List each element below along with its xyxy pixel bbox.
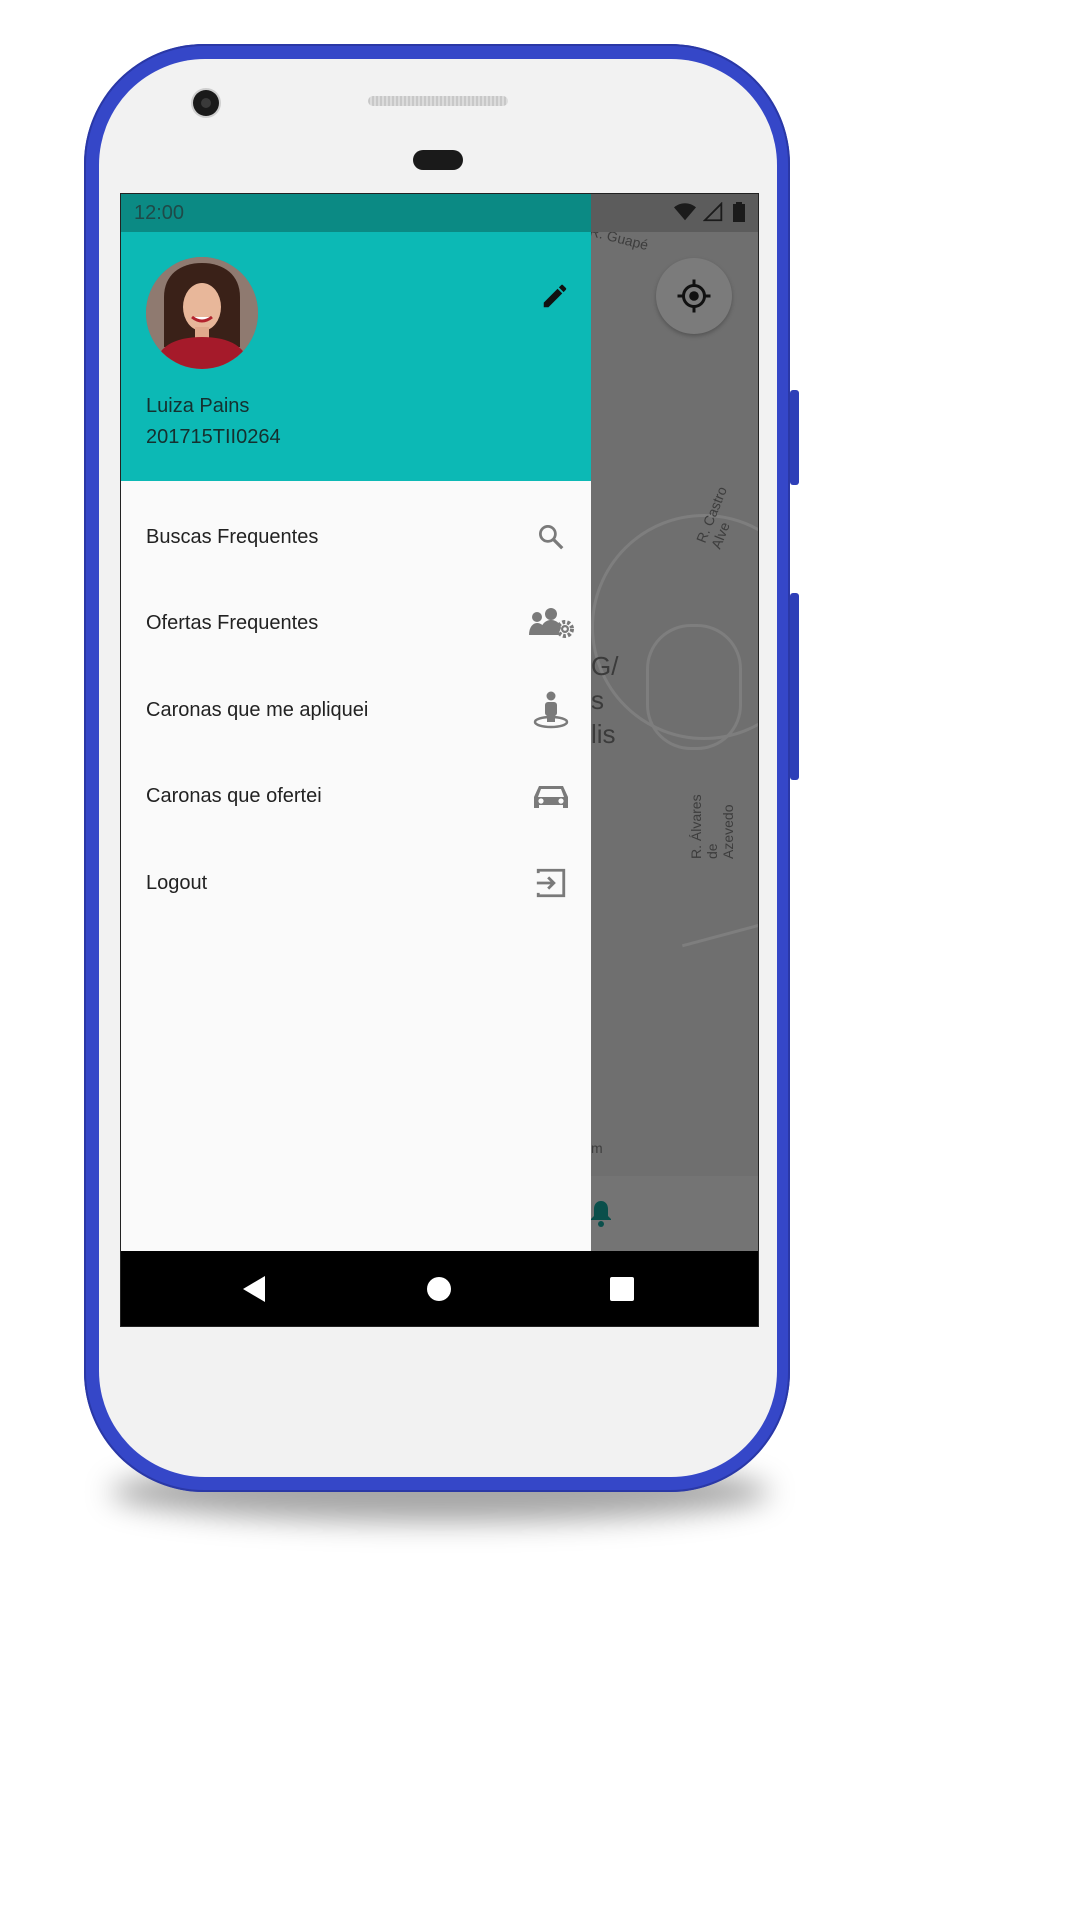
my-location-button[interactable]	[656, 258, 732, 334]
status-bar-drawer-area	[121, 194, 591, 232]
place-label-line: lis	[591, 719, 616, 749]
front-camera	[193, 90, 219, 116]
user-id: 201715TII0264	[146, 426, 281, 448]
menu-item-ofertas-frequentes[interactable]: Ofertas Frequentes	[121, 580, 591, 666]
back-triangle-icon	[243, 1276, 265, 1302]
home-circle-icon	[427, 1277, 451, 1301]
edit-profile-button[interactable]	[535, 276, 575, 316]
menu-item-label: Logout	[146, 871, 208, 894]
home-button[interactable]	[414, 1271, 464, 1307]
search-icon	[525, 517, 577, 557]
drawer-header: Luiza Pains 201715TII0264	[121, 232, 591, 481]
menu-item-buscas-frequentes[interactable]: Buscas Frequentes	[121, 494, 591, 580]
pencil-icon	[543, 284, 567, 308]
users-gear-icon	[525, 603, 577, 643]
battery-icon	[733, 202, 745, 222]
menu-item-label: Ofertas Frequentes	[146, 611, 319, 634]
status-icons	[673, 201, 746, 226]
menu-item-label: Caronas que me apliquei	[146, 698, 369, 721]
signal-icon	[702, 201, 723, 222]
logout-icon	[525, 863, 577, 903]
power-button	[790, 390, 799, 485]
menu-item-label: Caronas que ofertei	[146, 784, 322, 807]
earpiece-speaker	[368, 96, 508, 106]
user-name: Luiza Pains	[146, 395, 250, 417]
menu-item-caronas-ofertei[interactable]: Caronas que ofertei	[121, 753, 591, 839]
status-bar: 12:00	[121, 194, 758, 232]
status-time: 12:00	[134, 202, 185, 224]
screen: R. Guapé R. Castro Alve R. Álvares de Az…	[120, 193, 759, 1327]
car-icon	[525, 776, 577, 816]
menu-item-caronas-apliquei[interactable]: Caronas que me apliquei	[121, 667, 591, 753]
street-label: R. Álvares de Azevedo	[688, 794, 736, 859]
crosshair-icon	[677, 279, 711, 313]
map-road	[646, 624, 742, 750]
place-label-line: G/	[591, 651, 619, 681]
bell-icon[interactable]	[589, 1197, 613, 1233]
volume-button	[790, 593, 799, 780]
person-pin-icon	[525, 690, 577, 730]
place-label-line: s	[591, 685, 604, 715]
back-button[interactable]	[229, 1271, 279, 1307]
menu-item-label: Buscas Frequentes	[146, 525, 319, 548]
wifi-icon	[673, 203, 696, 221]
place-label: G/ s lis	[591, 649, 618, 751]
recents-square-icon	[610, 1277, 634, 1301]
navigation-drawer: Luiza Pains 201715TII0264 Buscas Frequen…	[121, 232, 591, 1251]
menu-item-logout[interactable]: Logout	[121, 840, 591, 926]
map-small-label: m	[591, 1140, 603, 1156]
system-nav-bar	[121, 1251, 758, 1326]
avatar[interactable]	[146, 257, 258, 369]
proximity-sensor	[413, 150, 463, 170]
recents-button[interactable]	[597, 1271, 647, 1307]
